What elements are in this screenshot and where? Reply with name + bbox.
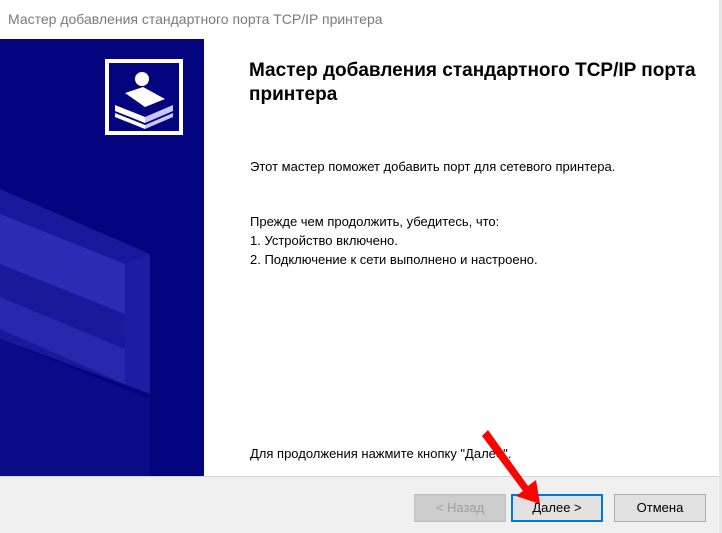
window-title: Мастер добавления стандартного порта TCP… xyxy=(8,11,383,27)
checklist-item-network-connected: 2. Подключение к сети выполнено и настро… xyxy=(250,252,538,267)
checklist-item-device-on: 1. Устройство включено. xyxy=(250,233,398,248)
next-button[interactable]: Далее > xyxy=(511,494,603,522)
wizard-heading: Мастер добавления стандартного TCP/IP по… xyxy=(249,60,696,105)
wizard-button-bar: < Назад Далее > Отмена xyxy=(0,476,719,533)
wizard-window: Мастер добавления стандартного порта TCP… xyxy=(0,0,722,533)
wizard-intro-text: Этот мастер поможет добавить порт для се… xyxy=(250,159,616,174)
wizard-content: Мастер добавления стандартного TCP/IP по… xyxy=(204,39,719,476)
wizard-continue-hint: Для продолжения нажмите кнопку "Далее". xyxy=(250,446,512,461)
checklist-title: Прежде чем продолжить, убедитесь, что: xyxy=(250,214,500,229)
back-button[interactable]: < Назад xyxy=(414,494,506,522)
printer-wizard-logo xyxy=(105,59,183,135)
title-bar[interactable]: Мастер добавления стандартного порта TCP… xyxy=(0,0,719,39)
cancel-button[interactable]: Отмена xyxy=(614,494,706,522)
wizard-side-banner xyxy=(0,39,204,476)
wizard-checklist: Прежде чем продолжить, убедитесь, что: 1… xyxy=(250,212,670,269)
printer-port-icon xyxy=(105,59,183,135)
